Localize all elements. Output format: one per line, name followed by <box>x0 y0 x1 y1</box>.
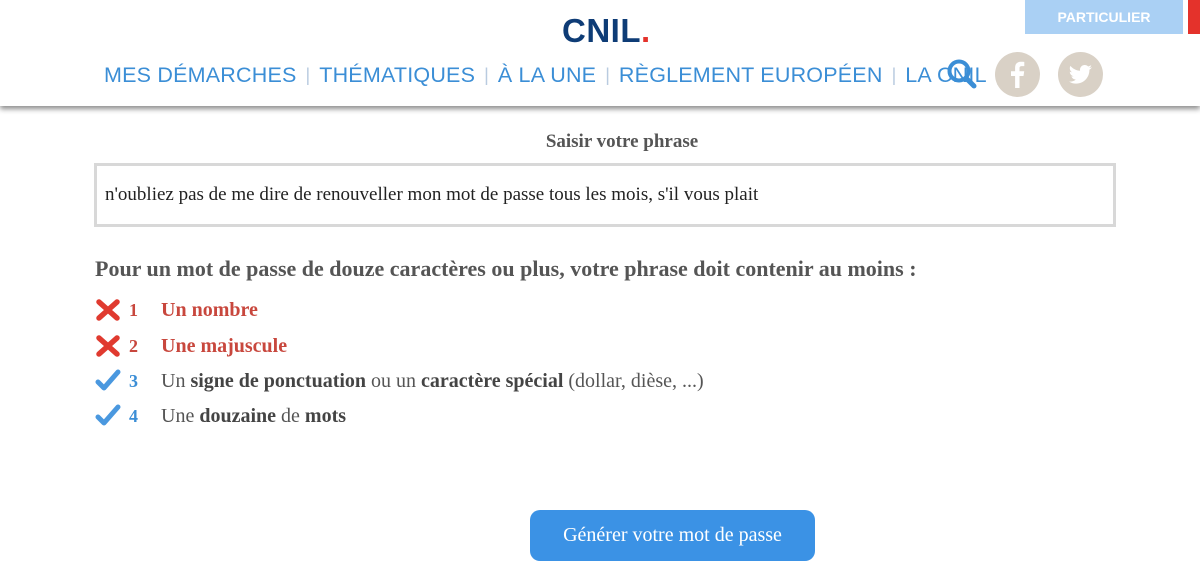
criterion-text-part: ou un <box>366 369 422 392</box>
criterion-index: 1 <box>129 299 138 320</box>
cross-icon <box>95 333 121 359</box>
criterion-words: 4 Une douzaine de mots <box>95 402 346 430</box>
cnil-logo[interactable]: CNIL. <box>562 12 651 50</box>
check-icon <box>95 368 121 394</box>
site-header: CNIL. PARTICULIER MES DÉMARCHES | THÉMAT… <box>0 0 1200 106</box>
criterion-text-emphasis: douzaine <box>199 404 277 427</box>
criterion-index: 4 <box>129 405 138 426</box>
logo-text: CNIL <box>562 12 641 49</box>
nav-separator: | <box>605 64 610 85</box>
check-icon <box>95 403 121 429</box>
criterion-text-part: (dollar, dièse, ...) <box>563 369 704 392</box>
criterion-text-emphasis: signe de ponctuation <box>190 369 367 392</box>
criterion-index: 2 <box>129 335 138 356</box>
twitter-icon[interactable] <box>1058 52 1103 97</box>
cross-icon <box>95 297 121 323</box>
requirement-title: Pour un mot de passe de douze caractères… <box>95 256 917 281</box>
criterion-uppercase: 2 Une majuscule <box>95 332 287 360</box>
nav-separator: | <box>891 64 897 85</box>
criterion-text-part: Un <box>161 369 191 392</box>
nav-separator: | <box>305 64 311 85</box>
nav-mes-demarches[interactable]: MES DÉMARCHES <box>104 63 297 88</box>
criterion-label: Une douzaine de mots <box>161 405 346 428</box>
search-icon[interactable] <box>946 58 978 90</box>
criterion-text-part: Une <box>161 404 200 427</box>
generate-password-button[interactable]: Générer votre mot de passe <box>530 510 815 561</box>
nav-separator: | <box>484 64 489 85</box>
criterion-index: 3 <box>129 370 138 391</box>
nav-thematiques[interactable]: THÉMATIQUES <box>319 63 475 88</box>
criterion-text-emphasis: caractère spécial <box>421 369 564 392</box>
facebook-icon[interactable] <box>995 52 1040 97</box>
nav-reglement-europeen[interactable]: RÈGLEMENT EUROPÉEN <box>619 63 883 88</box>
criterion-text-part: de <box>276 404 305 427</box>
criterion-number: 1 Un nombre <box>95 296 258 324</box>
phrase-label: Saisir votre phrase <box>545 131 699 152</box>
particulier-button[interactable]: PARTICULIER <box>1025 0 1183 34</box>
red-corner-tab[interactable] <box>1188 0 1200 34</box>
criterion-label: Une majuscule <box>161 334 288 357</box>
criterion-text-emphasis: mots <box>304 404 347 427</box>
phrase-input[interactable] <box>94 163 1116 227</box>
main-nav: MES DÉMARCHES | THÉMATIQUES | À LA UNE |… <box>104 58 1009 92</box>
criterion-punctuation: 3 Un signe de ponctuation ou un caractèr… <box>95 367 704 395</box>
criterion-label: Un signe de ponctuation ou un caractère … <box>161 370 704 393</box>
logo-dot: . <box>641 12 651 49</box>
nav-a-la-une[interactable]: À LA UNE <box>498 63 596 88</box>
criterion-label: Un nombre <box>161 298 258 321</box>
